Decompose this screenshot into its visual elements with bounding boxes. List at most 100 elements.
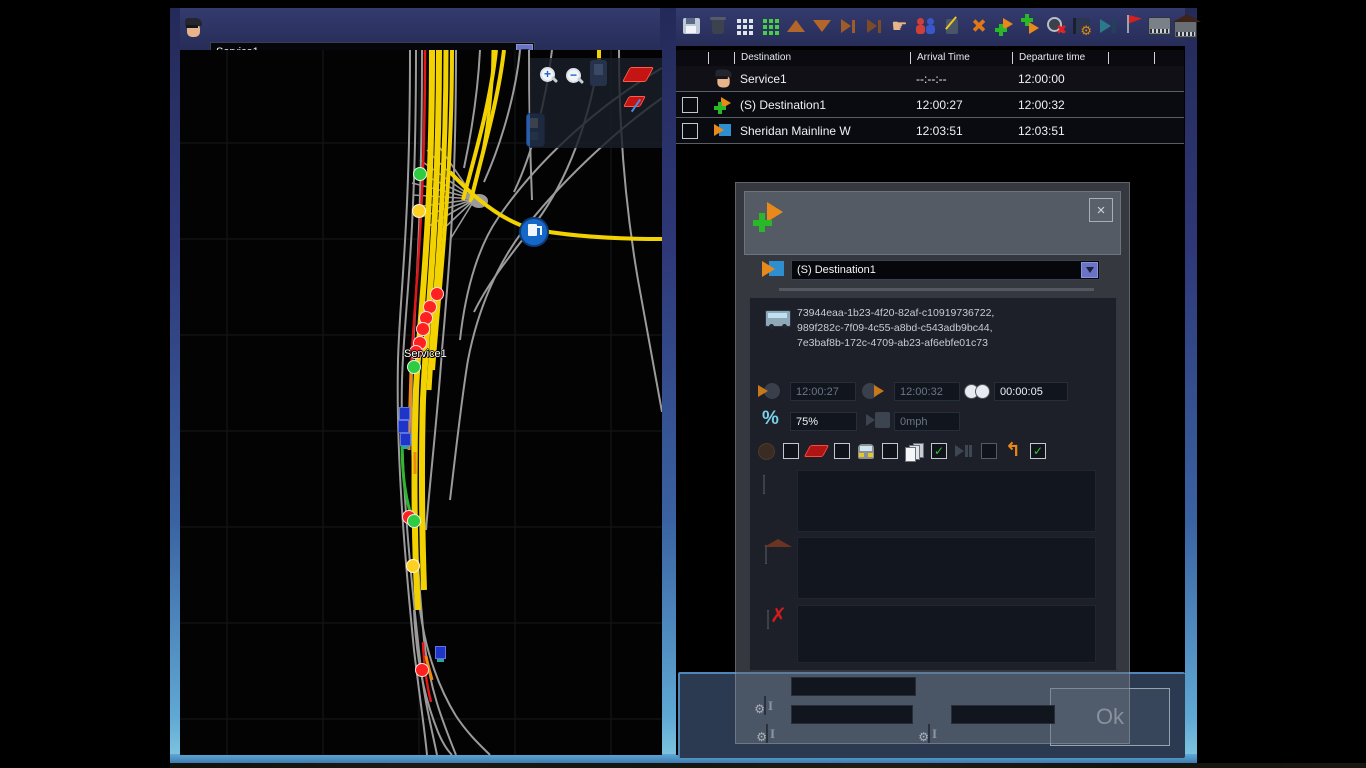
fuel-filter-icon[interactable] xyxy=(590,60,607,86)
dot-grid-white-icon[interactable] xyxy=(732,12,755,40)
dropdown-groove xyxy=(779,288,1094,291)
expand-arrows-icon[interactable]: ✚ xyxy=(966,12,989,40)
col-arrival[interactable]: Arrival Time xyxy=(910,52,1012,64)
no-platform-textarea[interactable] xyxy=(797,605,1096,663)
platform-icon[interactable] xyxy=(1148,12,1171,40)
consist-marker[interactable] xyxy=(435,646,446,659)
trash-icon[interactable] xyxy=(706,12,729,40)
map-view[interactable]: Service1 + − xyxy=(180,50,662,755)
option-checkbox[interactable] xyxy=(981,443,997,459)
row-destination: Service1 xyxy=(734,66,910,91)
guid-line: 989f282c-7f09-4c55-a8bd-c543adb9bc44, xyxy=(797,321,1097,336)
go-to-service-icon[interactable] xyxy=(1096,12,1119,40)
row-departure: 12:00:00 xyxy=(1012,66,1108,91)
consist-guids: 73944eaa-1b23-4f20-82af-c10919736722, 98… xyxy=(797,306,1097,351)
arrow-right-skip-icon[interactable] xyxy=(836,12,859,40)
row-destination: Sheridan Mainline W xyxy=(734,118,910,143)
speed-limit-icon xyxy=(866,412,890,429)
col-departure[interactable]: Departure time xyxy=(1012,52,1108,64)
arrow-down-icon[interactable] xyxy=(810,12,833,40)
row-destination: (S) Destination1 xyxy=(734,92,910,117)
col-destination[interactable]: Destination xyxy=(734,52,910,64)
consist-coupling xyxy=(402,446,409,449)
table-row[interactable]: (S) Destination1 12:00:27 12:00:32 xyxy=(676,92,1184,118)
dot-grid-green-icon[interactable] xyxy=(758,12,781,40)
performance-field[interactable]: 75% xyxy=(790,412,857,431)
service-settings-icon[interactable]: ⚙ xyxy=(1070,12,1093,40)
consist-coupling xyxy=(437,659,444,662)
covered-platform-textarea[interactable] xyxy=(797,537,1096,599)
hand-pointer-icon[interactable]: ☛ xyxy=(888,12,911,40)
yellow-signal[interactable] xyxy=(406,559,420,573)
remove-service-icon[interactable]: ✖ xyxy=(1044,12,1067,40)
signal-layer xyxy=(180,50,662,755)
toolbar: ☛ ✚ ✖ ⚙ xyxy=(676,8,1185,44)
destination-dropdown[interactable]: (S) Destination1 xyxy=(791,260,1100,280)
add-service-icon[interactable] xyxy=(992,12,1015,40)
platform-edit-icon[interactable] xyxy=(626,96,650,114)
table-row[interactable]: Service1 --:--:-- 12:00:00 xyxy=(676,66,1184,92)
duration-clocks-icon xyxy=(964,383,990,399)
dialog-header: × xyxy=(744,191,1121,255)
link-destination-icon xyxy=(762,260,784,278)
platform-textarea[interactable] xyxy=(797,470,1096,532)
refuel-pen-icon[interactable] xyxy=(940,12,963,40)
consist-marker[interactable] xyxy=(400,433,411,446)
option-checkbox[interactable]: ✓ xyxy=(931,443,947,459)
green-signal[interactable] xyxy=(407,360,421,374)
save-icon[interactable] xyxy=(680,12,703,40)
media-bars-icon xyxy=(955,444,973,458)
guid-line: 73944eaa-1b23-4f20-82af-c10919736722, xyxy=(797,306,1097,321)
red-signal[interactable] xyxy=(430,287,444,301)
add-destination-icon[interactable] xyxy=(1018,12,1041,40)
row-checkbox[interactable] xyxy=(682,97,698,113)
speed-field[interactable]: 0mph xyxy=(894,412,960,431)
green-signal[interactable] xyxy=(407,514,421,528)
percent-icon: % xyxy=(762,408,779,430)
arrow-right-end-icon[interactable] xyxy=(862,12,885,40)
red-flag-icon[interactable] xyxy=(1122,12,1145,40)
operation-field[interactable] xyxy=(791,677,916,696)
add-destination-icon xyxy=(753,202,783,230)
row-departure: 12:00:32 xyxy=(1012,92,1108,117)
bell-icon xyxy=(758,443,775,460)
option-checkbox[interactable] xyxy=(834,443,850,459)
row-arrival: 12:00:27 xyxy=(910,92,1012,117)
options-row: ✓ ↰ ✓ xyxy=(758,442,1110,460)
arrow-up-icon[interactable] xyxy=(784,12,807,40)
chevron-down-icon[interactable] xyxy=(1081,262,1098,278)
station-icon[interactable] xyxy=(1174,12,1197,40)
consist-marker[interactable] xyxy=(398,420,409,433)
operation-field[interactable] xyxy=(791,705,913,724)
driver-icon xyxy=(715,68,734,89)
yellow-signal[interactable] xyxy=(412,204,426,218)
row-arrival: --:--:-- xyxy=(910,66,1012,91)
return-arrow-icon: ↰ xyxy=(1005,443,1022,459)
option-checkbox[interactable] xyxy=(882,443,898,459)
add-destination-icon xyxy=(714,97,731,113)
row-checkbox[interactable] xyxy=(682,123,698,139)
option-checkbox[interactable]: ✓ xyxy=(1030,443,1046,459)
frame-divider xyxy=(660,8,676,762)
instruction-settings-icon: I⚙ xyxy=(766,724,768,743)
frame-left xyxy=(170,8,180,762)
train-front-icon xyxy=(858,444,874,459)
arrival-time-field[interactable]: 12:00:27 xyxy=(790,382,856,401)
red-signal[interactable] xyxy=(415,663,429,677)
close-icon[interactable]: × xyxy=(1089,198,1113,222)
option-checkbox[interactable] xyxy=(783,443,799,459)
platform-icon xyxy=(763,475,765,494)
platform-marker-icon[interactable] xyxy=(622,67,654,82)
desktop-sliver xyxy=(170,763,1366,768)
consist-marker[interactable] xyxy=(399,407,410,420)
operation-field[interactable] xyxy=(951,705,1055,724)
stop-duration-field[interactable]: 00:00:05 xyxy=(994,382,1068,401)
map-header-band: Service1 xyxy=(180,8,660,50)
fuel-point-icon xyxy=(519,217,549,247)
green-signal[interactable] xyxy=(413,167,427,181)
table-row[interactable]: Sheridan Mainline W 12:03:51 12:03:51 xyxy=(676,118,1184,144)
wagon-icon xyxy=(765,310,791,327)
departure-time-field[interactable]: 12:00:32 xyxy=(894,382,960,401)
red-signal[interactable] xyxy=(416,322,430,336)
drivers-icon[interactable] xyxy=(914,12,937,40)
